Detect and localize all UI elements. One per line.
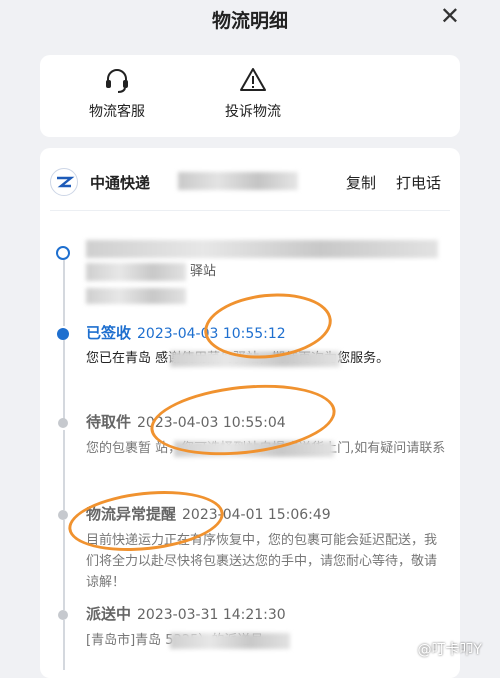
zto-logo-icon — [57, 176, 75, 188]
event-status: 派送中 — [86, 605, 132, 623]
timeline-line — [63, 620, 65, 670]
call-button[interactable]: 打电话 — [396, 172, 441, 193]
carrier-logo — [50, 168, 78, 196]
timeline-dot — [58, 510, 68, 520]
timeline-line — [63, 520, 65, 610]
warning-icon — [198, 65, 308, 95]
redacted-text — [170, 633, 290, 649]
event-status: 待取件 — [86, 413, 132, 431]
timeline-dot — [58, 610, 68, 620]
carrier-row: 中通快递 复制 打电话 — [50, 163, 450, 199]
timeline-line — [63, 260, 65, 326]
tracking-number-redacted — [178, 172, 298, 190]
redacted-text — [86, 288, 186, 304]
timeline-line — [63, 340, 65, 420]
title-bar: 物流明细 ✕ — [0, 0, 500, 40]
page-title: 物流明细 — [211, 10, 288, 32]
logistics-service-label: 物流客服 — [89, 104, 145, 120]
complain-logistics-button[interactable]: 投诉物流 — [198, 65, 308, 121]
event-desc: 驿站 — [190, 264, 217, 279]
copy-button[interactable]: 复制 — [346, 172, 376, 193]
timeline-dot — [56, 246, 70, 260]
timeline-line — [63, 430, 65, 510]
carrier-name: 中通快递 — [90, 174, 151, 192]
logistics-service-button[interactable]: 物流客服 — [62, 65, 172, 121]
action-card: 物流客服 投诉物流 — [40, 55, 460, 137]
complain-logistics-label: 投诉物流 — [225, 104, 281, 120]
redacted-text — [86, 240, 438, 258]
timeline-dot — [58, 418, 68, 428]
redacted-text — [86, 263, 186, 281]
timeline-dot-active — [57, 328, 69, 340]
headset-icon — [62, 65, 172, 95]
close-icon[interactable]: ✕ — [440, 2, 460, 30]
event-status: 已签收 — [86, 324, 132, 342]
watermark: @叮卡叩Y — [417, 642, 482, 658]
event-time: 2023-03-31 14:21:30 — [137, 607, 286, 623]
divider — [50, 210, 450, 211]
event-title: 派送中 2023-03-31 14:21:30 — [86, 603, 286, 624]
